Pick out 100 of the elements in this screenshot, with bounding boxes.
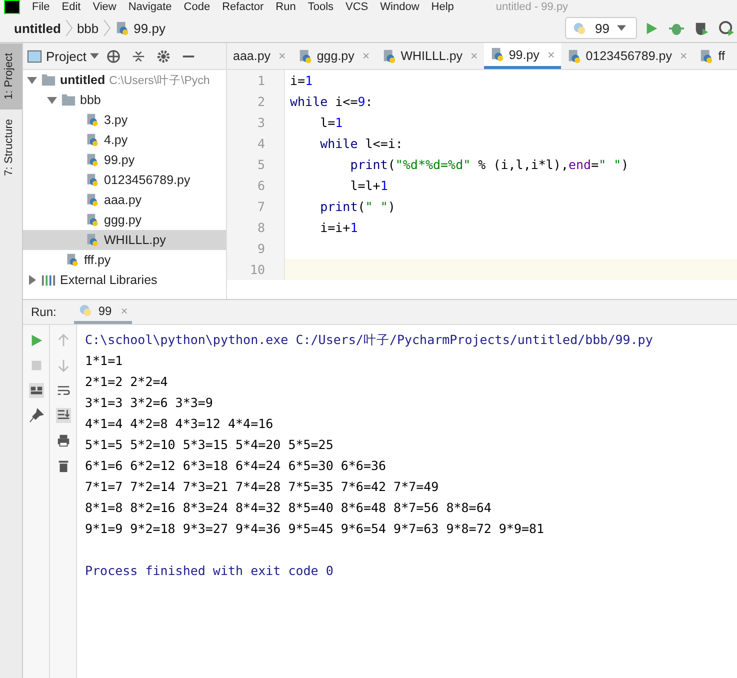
tab-label: ff: [718, 49, 725, 63]
editor-tab[interactable]: ff: [693, 43, 731, 69]
code-line: l=1: [319, 115, 343, 130]
line-number: 3: [227, 112, 285, 133]
tree-item[interactable]: External Libraries: [23, 270, 226, 290]
menu-item[interactable]: Help: [431, 1, 454, 14]
wrap-icon[interactable]: [56, 383, 70, 398]
breadcrumb[interactable]: bbb: [76, 20, 99, 36]
pin-icon[interactable]: [28, 408, 44, 423]
python-file-icon: [298, 48, 313, 64]
tab-label: ggg.py: [316, 49, 354, 63]
tree-item[interactable]: aaa.py: [23, 190, 226, 210]
clock-icon[interactable]: [719, 20, 734, 36]
breadcrumb[interactable]: 99.py: [134, 20, 166, 36]
tree-item[interactable]: 3.py: [23, 110, 226, 130]
python-file-icon: [85, 113, 100, 127]
side-tab[interactable]: 1: Project: [0, 43, 22, 110]
code-line: i=1: [290, 73, 313, 88]
menu-item[interactable]: Code: [184, 1, 210, 14]
side-tab[interactable]: 7: Structure: [0, 109, 22, 186]
chevron-icon: [102, 18, 111, 38]
console-line: 4*1=4 4*2=8 4*3=12 4*4=16: [85, 416, 274, 431]
tab-label: aaa.py: [233, 49, 271, 63]
menu-item[interactable]: Run: [276, 1, 296, 14]
console-line: 8*1=8 8*2=16 8*3=24 8*4=32 8*5=40 8*6=48 8*7=56 8*8=64: [85, 500, 492, 515]
code-line: l=l+1: [349, 178, 388, 193]
line-number: 2: [227, 91, 285, 112]
chevron-icon: [64, 18, 73, 38]
line-number: 5: [227, 154, 285, 175]
tab-label: 99: [98, 304, 112, 318]
python-file-icon: [490, 47, 505, 62]
python-file-icon: [85, 173, 100, 187]
python-file-icon: [85, 233, 100, 247]
folder-icon: [41, 73, 56, 87]
library-icon: [41, 273, 56, 287]
print-icon[interactable]: [56, 433, 70, 448]
console-line: C:\school\python\python.exe C:/Users/叶子/PycharmProjects/untitled/bbb/99.py: [85, 332, 653, 347]
tab-label: 0123456789.py: [586, 49, 672, 63]
caret-icon: [617, 25, 626, 31]
run-config-dropdown[interactable]: 99: [565, 17, 637, 39]
tab-label: WHILLL.py: [400, 49, 463, 63]
window-icon: [27, 48, 42, 64]
menu-item[interactable]: Navigate: [128, 1, 172, 14]
target-icon[interactable]: [106, 48, 122, 64]
console-line: Process finished with exit code 0: [85, 563, 334, 578]
line-number: 4: [227, 133, 285, 154]
editor-tab[interactable]: ggg.py ×: [292, 43, 376, 69]
layout-icon[interactable]: [28, 383, 44, 398]
expand-arrow-icon[interactable]: [27, 275, 37, 285]
tree-item[interactable]: bbb: [23, 90, 226, 110]
menu-item[interactable]: VCS: [346, 1, 368, 14]
line-number: 10: [227, 259, 285, 280]
line-number: 8: [227, 217, 285, 238]
run-tab[interactable]: 99 ×: [74, 300, 132, 324]
breadcrumb[interactable]: untitled: [14, 20, 61, 36]
project-view-dropdown[interactable]: Project: [46, 48, 86, 64]
line-number: 9: [227, 238, 285, 259]
python-file-icon: [85, 153, 100, 167]
line-number: 7: [227, 196, 285, 217]
code-line: i=i+1: [319, 220, 358, 235]
menu-item[interactable]: Window: [380, 1, 420, 14]
console-line: 1*1=1: [85, 353, 123, 368]
editor-tab[interactable]: 0123456789.py ×: [560, 43, 694, 69]
line-number: 1: [227, 70, 285, 91]
menu-item[interactable]: Tools: [308, 1, 334, 14]
editor-tab[interactable]: 99.py ×: [484, 43, 561, 69]
editor-tab[interactable]: aaa.py ×: [227, 43, 292, 69]
tree-item[interactable]: 99.py: [23, 150, 226, 170]
tree-item[interactable]: fff.py: [23, 250, 226, 270]
python-file-icon: [85, 133, 100, 147]
code-line: print(" "): [319, 199, 396, 214]
menu-item[interactable]: Edit: [62, 1, 81, 14]
tree-item[interactable]: 0123456789.py: [23, 170, 226, 190]
caret-icon[interactable]: [90, 53, 100, 59]
code-line: while i<=9:: [290, 94, 373, 109]
console-line: 5*1=5 5*2=10 5*3=15 5*4=20 5*5=25: [85, 437, 334, 452]
python-icon: [78, 303, 94, 318]
python-file-icon: [699, 48, 714, 64]
menu-item[interactable]: View: [92, 1, 116, 14]
tree-item[interactable]: WHILLL.py: [23, 230, 226, 250]
tree-item[interactable]: 4.py: [23, 130, 226, 150]
menu-item[interactable]: File: [32, 1, 50, 14]
shield-icon[interactable]: [694, 20, 709, 36]
app-logo-icon: [4, 0, 20, 14]
collapse-icon[interactable]: [131, 48, 146, 64]
console-line: 6*1=6 6*2=12 6*3=18 6*4=24 6*5=30 6*6=36: [85, 458, 386, 473]
scroll-end-icon[interactable]: [56, 408, 70, 423]
line-number: 6: [227, 175, 285, 196]
window-title: untitled - 99.py: [496, 1, 568, 14]
menu-item[interactable]: Refactor: [222, 1, 264, 14]
python-file-icon: [85, 193, 100, 207]
settings-icon[interactable]: [156, 48, 172, 64]
tree-item[interactable]: untitled C:\Users\叶子\Pych: [23, 70, 226, 90]
run-label: Run:: [31, 305, 56, 319]
folder-icon: [61, 93, 76, 107]
code-line: print("%d*%d=%d" % (i,l,i*l),end=" "): [349, 157, 629, 172]
tree-item[interactable]: ggg.py: [23, 210, 226, 230]
tab-label: 99.py: [508, 48, 540, 62]
console-line: 2*1=2 2*2=4: [85, 374, 168, 389]
editor-tab[interactable]: WHILLL.py ×: [376, 43, 484, 69]
